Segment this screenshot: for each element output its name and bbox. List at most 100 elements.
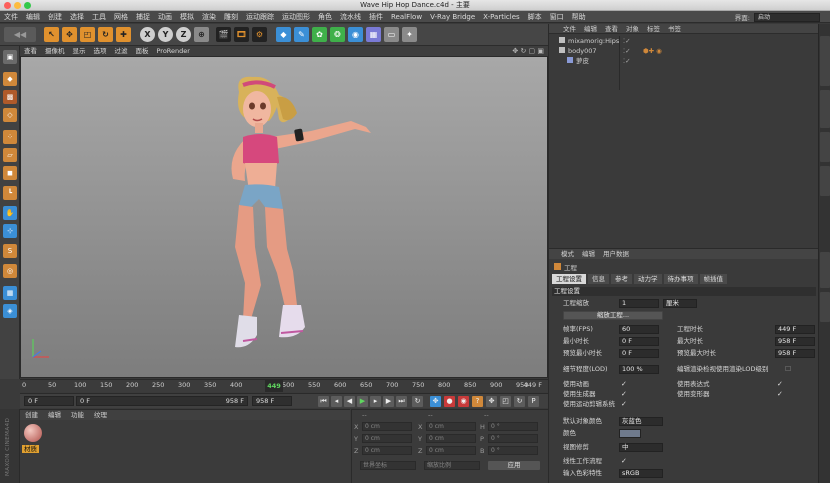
material-menu-item[interactable]: 纹理 <box>89 410 112 420</box>
coord-value-field[interactable]: 0 ° <box>488 434 538 443</box>
project-duration-field[interactable]: 449 F <box>775 325 815 334</box>
side-tab-layer-manager[interactable] <box>820 292 830 322</box>
object-menu-item[interactable]: 文件 <box>559 24 580 34</box>
position-key-icon[interactable]: ✥ <box>486 396 497 407</box>
color-swatch[interactable] <box>619 429 641 438</box>
model-mode-icon[interactable]: ◆ <box>3 72 17 86</box>
workplane-icon[interactable]: ◇ <box>3 108 17 122</box>
deformer-icon[interactable]: ◉ <box>348 27 363 42</box>
object-menu-item[interactable]: 书签 <box>664 24 685 34</box>
size-mode-dropdown[interactable]: 缩放比例 <box>424 461 480 470</box>
tweak-icon[interactable]: ✋ <box>3 206 17 220</box>
use-option-checkbox[interactable]: ✓ <box>621 381 628 388</box>
object-menu-item[interactable]: 编辑 <box>580 24 601 34</box>
attribute-menu-item[interactable]: 用户数据 <box>599 249 633 259</box>
array-icon[interactable]: ❂ <box>330 27 345 42</box>
visibility-dots-icon[interactable]: ⁚✓ <box>623 57 631 66</box>
texture-mode-icon[interactable]: ▩ <box>3 90 17 104</box>
menu-item[interactable]: RealFlow <box>387 11 426 23</box>
side-tab-attributes[interactable] <box>820 252 830 288</box>
coord-value-field[interactable]: 0 cm <box>426 434 476 443</box>
material-menu-item[interactable]: 功能 <box>66 410 89 420</box>
start-frame-field[interactable]: 0 F <box>24 396 74 406</box>
use-option-checkbox[interactable]: ✓ <box>777 381 784 388</box>
menu-item[interactable]: 创建 <box>44 11 66 23</box>
object-tag-icons[interactable]: ⬢✚ ◉ <box>643 47 662 56</box>
attribute-tab[interactable]: 待办事项 <box>663 274 698 284</box>
preview-min-field[interactable]: 0 F <box>619 349 659 358</box>
planar-workplane-icon[interactable]: ◈ <box>3 304 17 318</box>
object-row[interactable]: body007 ⁚✓ ⬢✚ ◉ <box>559 47 819 56</box>
grid-icon[interactable]: ▦ <box>3 286 17 300</box>
rotation-key-icon[interactable]: ↻ <box>514 396 525 407</box>
timeline-ruler[interactable]: 950 900 850 800 750 700 650 600 550 500 400 350 300 2… <box>20 379 548 392</box>
scale-tool-icon[interactable]: ◰ <box>80 27 95 42</box>
preview-max-field[interactable]: 958 F <box>775 349 815 358</box>
coordinate-system-icon[interactable]: ⊕ <box>194 27 209 42</box>
use-option-checkbox[interactable]: ✓ <box>777 391 784 398</box>
render-picture-viewer-icon[interactable]: 🎞 <box>234 27 249 42</box>
attribute-tab[interactable]: 信息 <box>588 274 609 284</box>
visibility-dots-icon[interactable]: ⁚✓ <box>623 37 631 46</box>
3d-viewport[interactable] <box>20 56 548 378</box>
coord-value-field[interactable]: 0 cm <box>362 446 412 455</box>
side-tab-takes[interactable] <box>820 132 830 162</box>
scale-key-icon[interactable]: ◰ <box>500 396 511 407</box>
spline-pen-icon[interactable]: ✎ <box>294 27 309 42</box>
coord-value-field[interactable]: 0 cm <box>362 434 412 443</box>
use-option-checkbox[interactable]: ✓ <box>621 401 628 408</box>
viewport-menu-item[interactable]: 摄像机 <box>41 46 69 56</box>
viewport-menu-item[interactable]: 选项 <box>90 46 111 56</box>
parameter-key-icon[interactable]: P <box>528 396 539 407</box>
x-axis-toggle[interactable]: X <box>140 27 155 42</box>
material-thumbnail[interactable] <box>24 424 42 442</box>
project-scale-field[interactable]: 1 <box>619 299 659 308</box>
render-settings-icon[interactable]: ⚙ <box>252 27 267 42</box>
object-menu-item[interactable]: 标签 <box>643 24 664 34</box>
input-color-profile-dropdown[interactable]: sRGB <box>619 469 663 478</box>
menu-item[interactable]: 动画 <box>154 11 176 23</box>
attribute-menu-item[interactable]: 模式 <box>557 249 578 259</box>
menu-item[interactable]: 模拟 <box>176 11 198 23</box>
apply-button[interactable]: 应用 <box>488 461 540 470</box>
go-to-start-button[interactable]: ⏮ <box>318 396 329 407</box>
menu-item[interactable]: 工具 <box>88 11 110 23</box>
move-key-icon[interactable]: ✥ <box>430 396 441 407</box>
default-object-color-dropdown[interactable]: 灰蓝色 <box>619 417 663 426</box>
menu-item[interactable]: 脚本 <box>524 11 546 23</box>
material-menu-item[interactable]: 编辑 <box>43 410 66 420</box>
menu-item[interactable]: 帮助 <box>568 11 590 23</box>
next-frame-button[interactable]: ▸ <box>370 396 381 407</box>
menu-item[interactable]: 运动跟踪 <box>242 11 278 23</box>
menu-item[interactable]: 插件 <box>365 11 387 23</box>
menu-item[interactable]: V-Ray Bridge <box>426 11 479 23</box>
material-menu-item[interactable]: 创建 <box>20 410 43 420</box>
scale-project-button[interactable]: 缩放工程... <box>563 311 663 320</box>
snap-settings-icon[interactable]: S <box>3 244 17 258</box>
render-lod-checkbox[interactable]: ☐ <box>785 366 792 373</box>
menu-item[interactable]: 雕刻 <box>220 11 242 23</box>
prev-key-button[interactable]: ◂ <box>331 396 342 407</box>
timeline-playhead[interactable]: 449 <box>265 380 283 392</box>
axis-mode-icon[interactable]: ┗ <box>3 186 17 200</box>
light-icon[interactable]: ✦ <box>402 27 417 42</box>
attribute-tab[interactable]: 参考 <box>611 274 632 284</box>
menu-item[interactable]: 运动图形 <box>278 11 314 23</box>
preview-range-slider[interactable]: 0 F 958 F <box>76 396 248 406</box>
layout-dropdown[interactable]: 启动 <box>754 12 820 22</box>
viewport-menu-item[interactable]: 过滤 <box>111 46 132 56</box>
menu-item[interactable]: 文件 <box>0 11 22 23</box>
visibility-dots-icon[interactable]: ⁚✓ <box>623 47 631 56</box>
coord-value-field[interactable]: 0 cm <box>426 446 476 455</box>
menu-item[interactable]: 窗口 <box>546 11 568 23</box>
camera-icon[interactable]: ▭ <box>384 27 399 42</box>
menu-item[interactable]: 流水线 <box>336 11 365 23</box>
use-option-checkbox[interactable]: ✓ <box>621 391 628 398</box>
z-axis-toggle[interactable]: Z <box>176 27 191 42</box>
record-key-icon[interactable]: ● <box>444 396 455 407</box>
y-axis-toggle[interactable]: Y <box>158 27 173 42</box>
min-time-field[interactable]: 0 F <box>619 337 659 346</box>
zoom-window-button[interactable] <box>24 2 31 9</box>
side-tab-content[interactable] <box>820 90 830 128</box>
play-button[interactable]: ▶ <box>357 396 368 407</box>
